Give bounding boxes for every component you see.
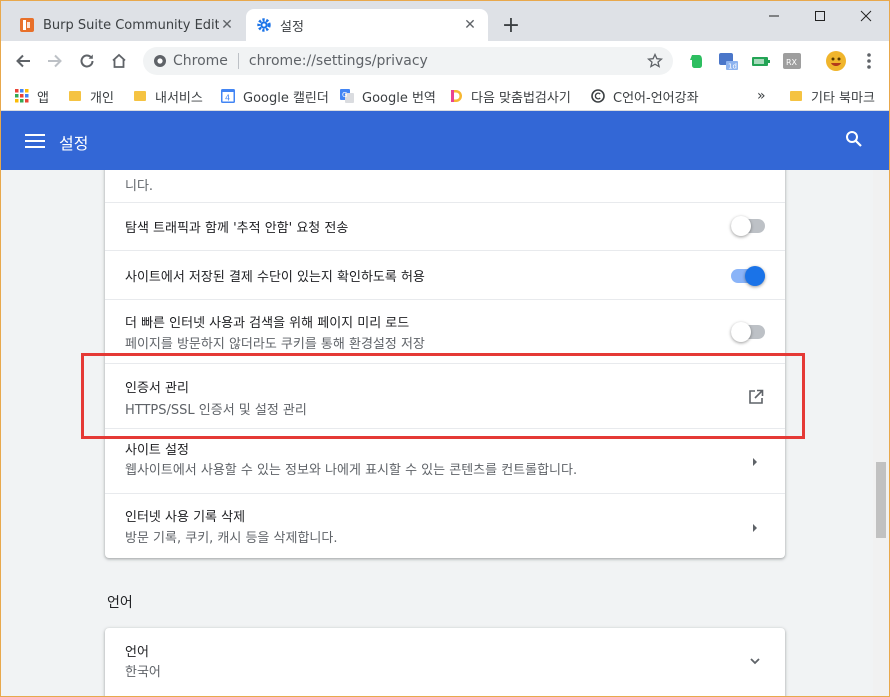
bookmark-label: Google 캘린더	[243, 90, 329, 106]
bookmark-label: 내서비스	[155, 90, 203, 106]
payment-methods-toggle[interactable]	[731, 266, 765, 286]
folder-icon	[789, 89, 803, 103]
language-row-value: 한국어	[125, 665, 161, 680]
bookmarks-bar: 앱 개인 내서비스 4 Google 캘린더 G Google 번역 다음 맞춤…	[1, 81, 889, 111]
translate-icon: G	[340, 89, 354, 103]
chevron-down-icon[interactable]	[749, 652, 761, 665]
omnibox-label: Chrome	[173, 53, 228, 69]
browser-window: Burp Suite Community Edition ✕ 설정 ✕ +	[0, 0, 890, 697]
bookmark-apps[interactable]: 앱	[15, 85, 49, 107]
bookmark-label: 앱	[37, 90, 49, 106]
evernote-icon[interactable]	[685, 50, 707, 72]
url-text[interactable]: chrome://settings/privacy	[249, 53, 647, 69]
more-bookmarks-chevron-icon[interactable]: »	[757, 85, 766, 107]
do-not-track-toggle[interactable]	[731, 216, 765, 236]
back-icon[interactable]	[9, 47, 37, 75]
browser-toolbar: Chrome chrome://settings/privacy 1d RX	[1, 41, 889, 81]
language-row[interactable]: 언어 한국어	[105, 628, 785, 690]
close-icon[interactable]: ✕	[219, 17, 235, 33]
tab-title: Burp Suite Community Edition	[43, 17, 219, 33]
bookmark-label: Google 번역	[362, 90, 436, 106]
preload-toggle[interactable]	[731, 322, 765, 342]
preload-label: 더 빠른 인터넷 사용과 검색을 위해 페이지 미리 로드	[125, 316, 410, 331]
home-icon[interactable]	[105, 47, 133, 75]
clear-browsing-data-label: 인터넷 사용 기록 삭제	[125, 510, 246, 525]
tab-burp-suite[interactable]: Burp Suite Community Edition ✕	[9, 9, 245, 41]
tab-settings[interactable]: 설정 ✕	[246, 9, 488, 41]
folder-icon	[68, 89, 82, 103]
language-row-label: 언어	[125, 645, 149, 660]
new-tab-button[interactable]: +	[499, 13, 523, 38]
site-settings-label: 사이트 설정	[125, 443, 189, 458]
svg-text:4: 4	[225, 94, 230, 103]
payment-methods-label: 사이트에서 저장된 결제 수단이 있는지 확인하도록 허용	[125, 270, 425, 285]
battery-extension-icon[interactable]	[750, 50, 772, 72]
forward-icon[interactable]	[41, 47, 69, 75]
bookmark-my-services[interactable]: 내서비스	[133, 85, 203, 107]
languages-section-title: 언어	[107, 595, 133, 611]
preload-sublabel: 페이지를 방문하지 않더라도 쿠키를 통해 환경설정 저장	[125, 337, 425, 352]
payment-methods-row[interactable]: 사이트에서 저장된 결제 수단이 있는지 확인하도록 허용	[105, 250, 785, 299]
close-window-icon[interactable]	[843, 1, 889, 31]
bookmark-google-translate[interactable]: G Google 번역	[340, 85, 436, 107]
bookmark-label: C언어-언어강좌	[613, 90, 699, 106]
tab-title: 설정	[280, 19, 304, 35]
partial-row: 니다.	[105, 170, 785, 202]
do-not-track-label: 탐색 트래픽과 함께 '추적 안함' 요청 전송	[125, 221, 349, 236]
maximize-icon[interactable]	[797, 1, 843, 31]
privacy-card: 니다. 탐색 트래픽과 함께 '추적 안함' 요청 전송 사이트에서 저장된 결…	[105, 170, 785, 558]
search-icon[interactable]	[845, 130, 867, 152]
bookmark-personal[interactable]: 개인	[68, 85, 114, 107]
folder-icon	[133, 89, 147, 103]
languages-card: 언어 한국어	[105, 628, 785, 696]
site-settings-sublabel: 웹사이트에서 사용할 수 있는 정보와 나에게 표시할 수 있는 콘텐츠를 컨트…	[125, 463, 578, 478]
star-icon[interactable]	[647, 53, 663, 69]
address-bar[interactable]: Chrome chrome://settings/privacy	[143, 47, 673, 75]
bookmark-daum-spellcheck[interactable]: 다음 맞춤법검사기	[449, 85, 571, 107]
hamburger-menu-icon[interactable]	[25, 131, 45, 149]
apps-icon	[15, 89, 29, 103]
site-icon	[591, 89, 605, 103]
manage-certificates-label: 인증서 관리	[125, 381, 189, 396]
scrollbar[interactable]	[873, 170, 889, 696]
svg-text:1d: 1d	[728, 63, 737, 71]
title-bar: Burp Suite Community Edition ✕ 설정 ✕ +	[1, 1, 889, 41]
gear-icon	[256, 17, 272, 33]
svg-text:G: G	[342, 91, 347, 99]
partial-text: 니다.	[125, 179, 154, 194]
clear-browsing-data-sublabel: 방문 기록, 쿠키, 캐시 등을 삭제합니다.	[125, 531, 338, 546]
svg-text:RX: RX	[786, 58, 798, 67]
burp-icon	[19, 17, 35, 33]
rx-extension-icon[interactable]: RX	[781, 50, 803, 72]
close-icon[interactable]: ✕	[462, 17, 478, 33]
external-link-icon[interactable]	[747, 388, 765, 406]
clear-browsing-data-row[interactable]: 인터넷 사용 기록 삭제 방문 기록, 쿠키, 캐시 등을 삭제합니다.	[105, 493, 785, 558]
calendar-icon: 4	[221, 89, 235, 103]
settings-header: 설정	[1, 111, 889, 170]
scrollbar-thumb[interactable]	[876, 462, 886, 538]
bookmark-label: 기타 북마크	[811, 90, 875, 106]
page-title: 설정	[59, 134, 89, 153]
extension-1d-icon[interactable]: 1d	[717, 50, 739, 72]
daum-icon	[449, 89, 463, 103]
do-not-track-row[interactable]: 탐색 트래픽과 함께 '추적 안함' 요청 전송	[105, 202, 785, 250]
bookmark-label: 다음 맞춤법검사기	[471, 90, 571, 106]
bookmark-google-calendar[interactable]: 4 Google 캘린더	[221, 85, 329, 107]
chevron-right-icon[interactable]	[749, 519, 761, 532]
site-settings-row[interactable]: 사이트 설정 웹사이트에서 사용할 수 있는 정보와 나에게 표시할 수 있는 …	[105, 428, 785, 493]
manage-certificates-row[interactable]: 인증서 관리 HTTPS/SSL 인증서 및 설정 관리	[105, 363, 785, 428]
bookmark-other[interactable]: 기타 북마크	[789, 85, 875, 107]
more-menu-icon[interactable]	[858, 50, 880, 72]
bookmark-label: 개인	[90, 90, 114, 106]
profile-avatar-icon[interactable]	[825, 50, 847, 72]
preload-row[interactable]: 더 빠른 인터넷 사용과 검색을 위해 페이지 미리 로드 페이지를 방문하지 …	[105, 299, 785, 363]
chevron-right-icon[interactable]	[749, 453, 761, 466]
settings-content: 니다. 탐색 트래픽과 함께 '추적 안함' 요청 전송 사이트에서 저장된 결…	[1, 170, 873, 696]
minimize-icon[interactable]	[751, 1, 797, 31]
bookmark-c-language[interactable]: C언어-언어강좌	[591, 85, 699, 107]
omnibox-divider	[237, 53, 239, 69]
manage-certificates-sublabel: HTTPS/SSL 인증서 및 설정 관리	[125, 403, 307, 418]
chrome-site-icon	[153, 54, 167, 68]
reload-icon[interactable]	[73, 47, 101, 75]
